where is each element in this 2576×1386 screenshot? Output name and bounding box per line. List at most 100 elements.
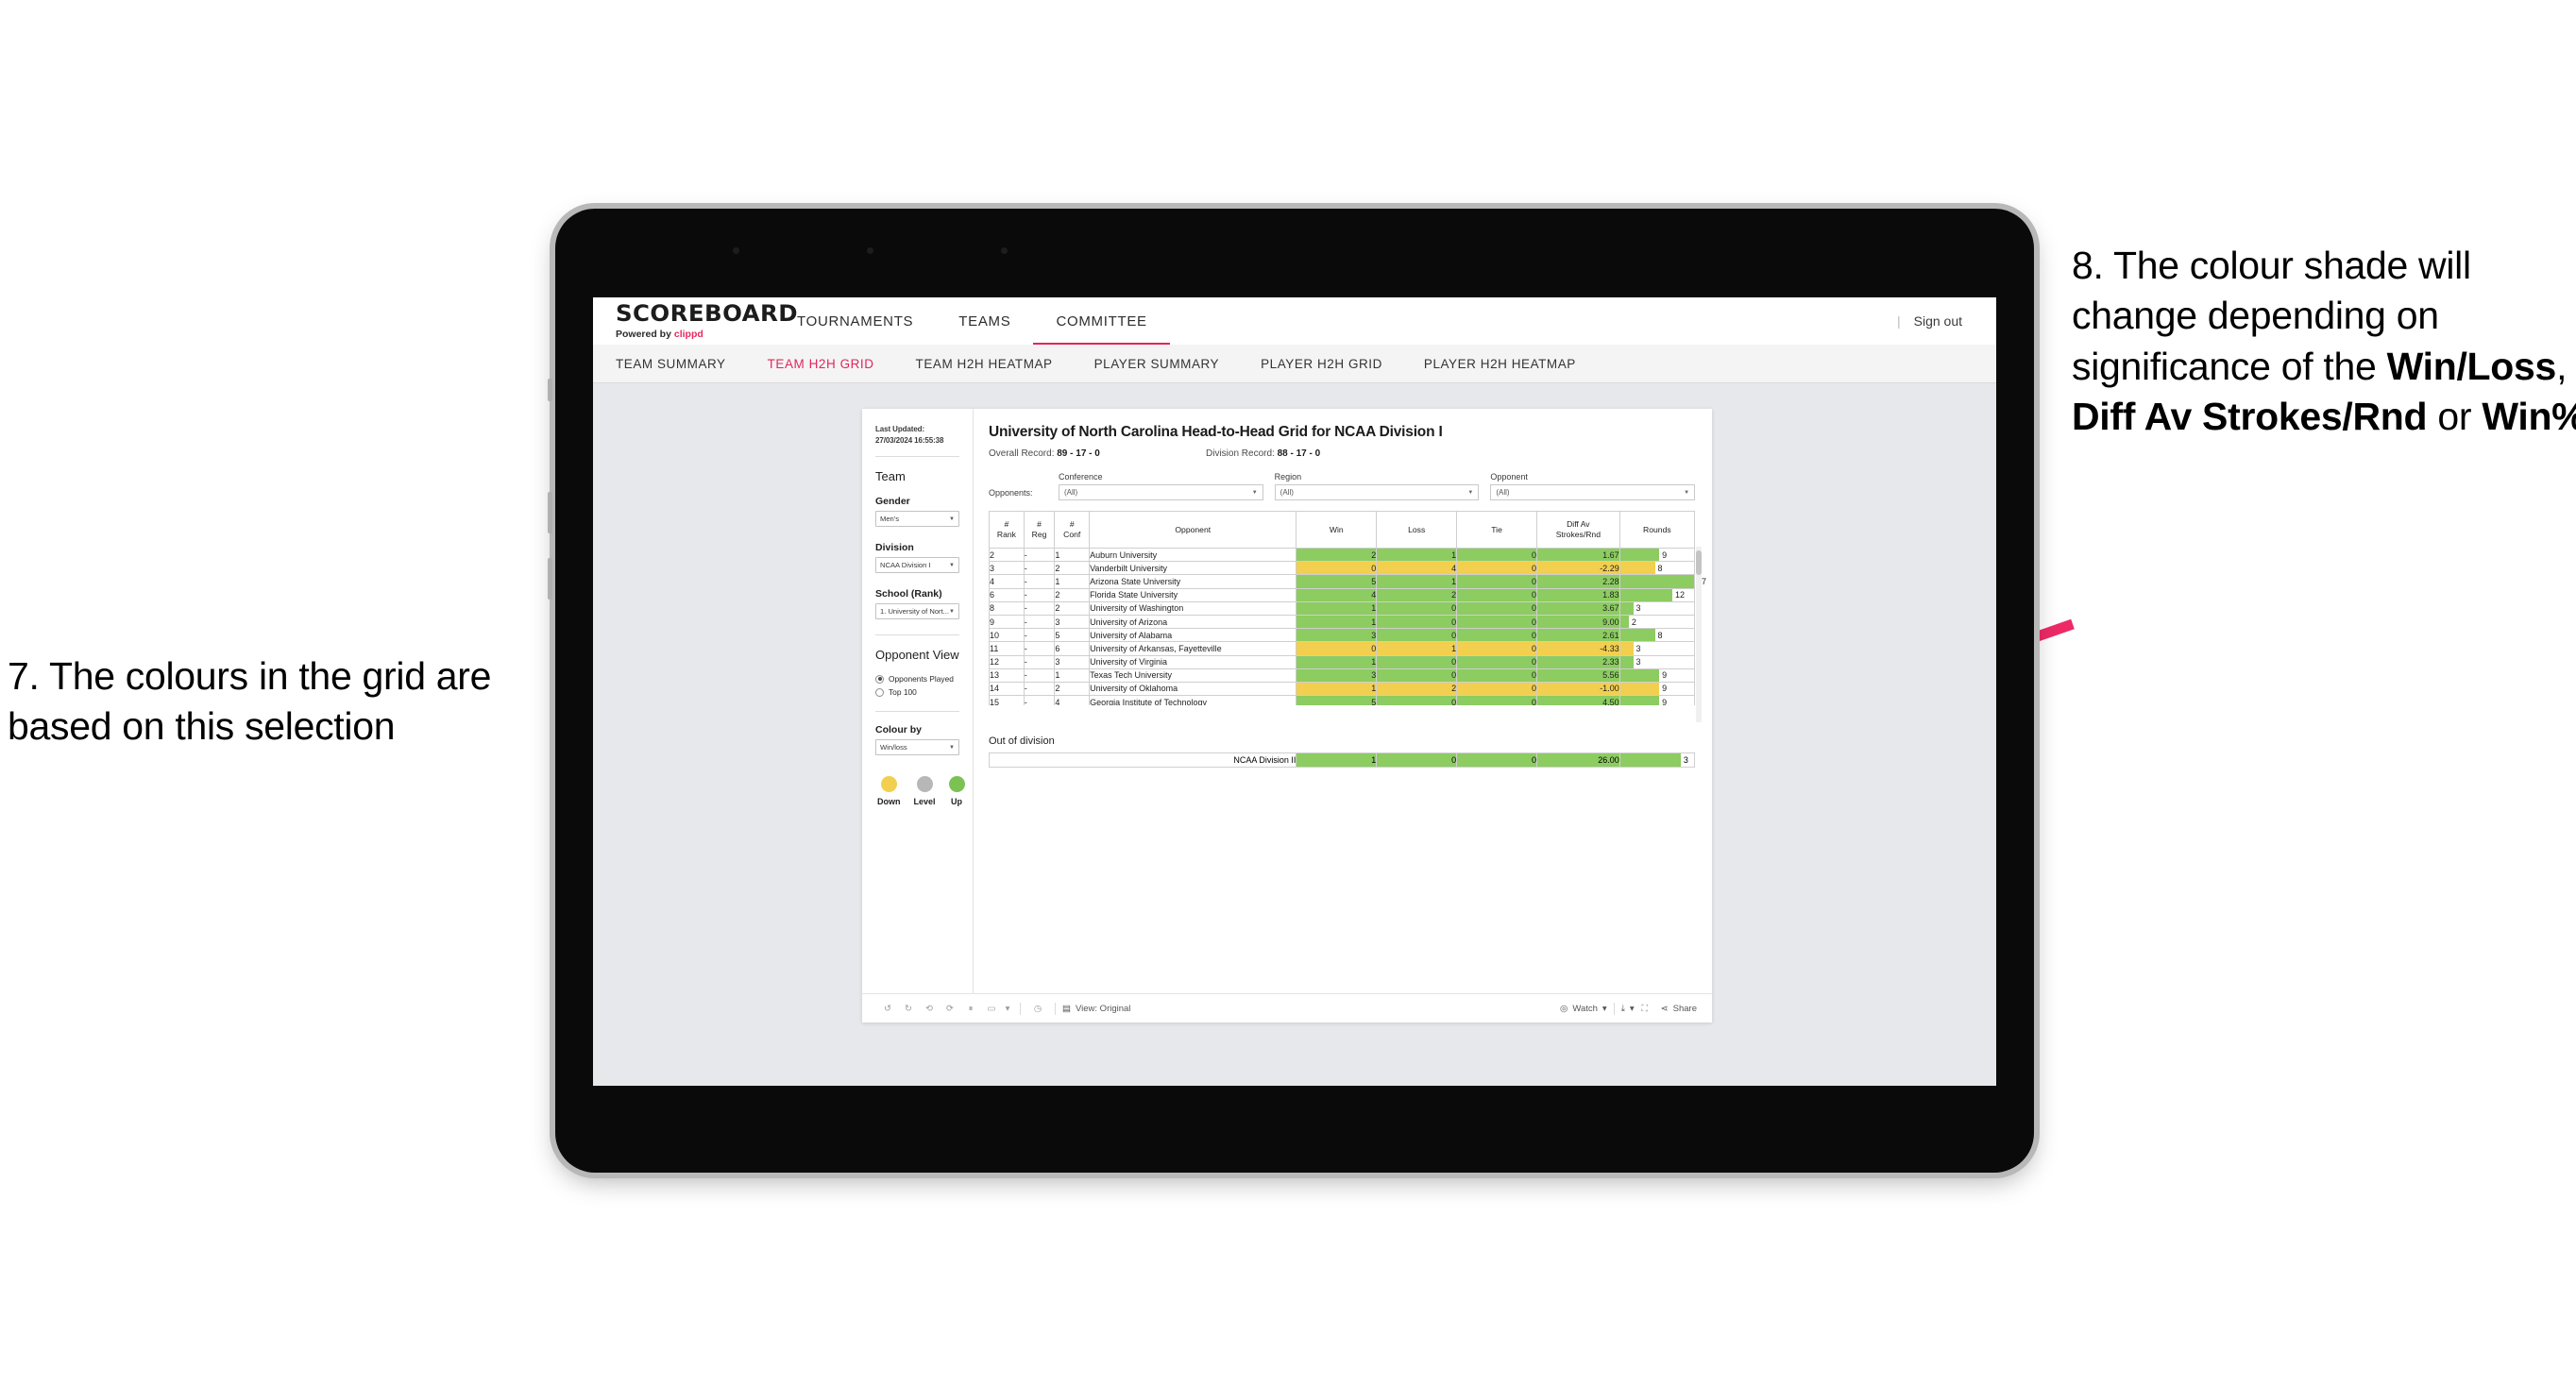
gender-select[interactable]: Men's ▼ bbox=[875, 511, 959, 528]
table-row[interactable]: 4-1 Arizona State University 5 1 0 2.28 17 bbox=[989, 574, 1706, 589]
annotation-7-text: 7. The colours in the grid are based on … bbox=[8, 654, 492, 749]
cell-conf: 1 bbox=[1054, 547, 1091, 563]
cell-rounds: 9 bbox=[1618, 668, 1696, 683]
cell-reg: - bbox=[1023, 641, 1056, 656]
redo-icon[interactable]: ↻ bbox=[898, 1004, 919, 1014]
school-rank-select-value: 1. University of Nort... bbox=[880, 607, 950, 617]
school-rank-label: School (Rank) bbox=[875, 588, 942, 600]
cell-rounds: 3 bbox=[1618, 641, 1696, 656]
chevron-down-icon: ▼ bbox=[1467, 489, 1474, 496]
chevron-down-icon[interactable]: ▾ bbox=[1002, 1004, 1013, 1014]
subnav-item-player-summary[interactable]: PLAYER SUMMARY bbox=[1074, 357, 1240, 371]
cell-conf: 1 bbox=[1054, 574, 1091, 589]
device-button-volume-down[interactable] bbox=[548, 558, 552, 600]
subnav-item-team-h2h-grid[interactable]: TEAM H2H GRID bbox=[747, 357, 895, 371]
col-header-win: Win bbox=[1296, 511, 1378, 549]
undo-icon[interactable]: ↺ bbox=[877, 1004, 898, 1014]
pause-auto-update-icon[interactable]: ⏸ bbox=[960, 1004, 981, 1014]
sign-out-link[interactable]: Sign out bbox=[1914, 313, 1962, 329]
conference-filter-select[interactable]: (All) ▼ bbox=[1059, 484, 1263, 500]
topnav-item-committee[interactable]: COMMITTEE bbox=[1033, 297, 1171, 346]
table-row[interactable]: 8-2 University of Washington 1 0 0 3.67 3 bbox=[989, 600, 1696, 616]
cell-win: 1 bbox=[1296, 600, 1378, 616]
table-row[interactable]: 10-5 University of Alabama 3 0 0 2.61 8 bbox=[989, 628, 1696, 643]
cell-rounds: 3 bbox=[1618, 600, 1696, 616]
view-original-label: View: Original bbox=[1075, 1003, 1131, 1014]
cell-ood-diff: 26.00 bbox=[1536, 752, 1620, 769]
custom-view-icon[interactable]: ▭ bbox=[981, 1004, 1002, 1014]
out-of-division-row[interactable]: NCAA Division II 1 0 0 26.00 3 bbox=[988, 752, 1696, 769]
cell-conf: 2 bbox=[1054, 587, 1091, 602]
table-row[interactable]: 6-2 Florida State University 4 2 0 1.83 12 bbox=[989, 587, 1696, 602]
opponent-filter: Opponent (All) ▼ bbox=[1490, 472, 1696, 500]
fullscreen-icon[interactable]: ⛶ bbox=[1635, 1004, 1655, 1014]
overall-record-value: 89 - 17 - 0 bbox=[1057, 448, 1100, 459]
h2h-grid-header-row: # Rank # Reg # Conf Opponent Win Loss Tie D… bbox=[989, 511, 1696, 549]
record-summary: Overall Record: 89 - 17 - 0 Division Rec… bbox=[989, 448, 1695, 459]
cell-diff-av-strokes: 1.83 bbox=[1536, 587, 1620, 602]
school-rank-select[interactable]: 1. University of Nort... ▼ bbox=[875, 603, 959, 620]
device-button-volume-up[interactable] bbox=[548, 492, 552, 533]
cell-rounds: 9 bbox=[1618, 547, 1696, 563]
topnav-item-tournaments[interactable]: TOURNAMENTS bbox=[774, 297, 936, 345]
table-row[interactable]: 9-3 University of Arizona 1 0 0 9.00 2 bbox=[989, 614, 1696, 630]
device-button-power[interactable] bbox=[548, 379, 552, 401]
cell-rounds: 17 bbox=[1618, 574, 1706, 589]
tablet-device-frame: SCOREBOARD Powered by clippd TOURNAMENTS… bbox=[548, 209, 2034, 1173]
cell-reg: - bbox=[1023, 628, 1056, 643]
radio-opponents-played[interactable]: Opponents Played bbox=[875, 674, 959, 684]
cell-loss: 1 bbox=[1376, 547, 1458, 563]
colour-by-select[interactable]: Win/loss ▼ bbox=[875, 739, 959, 756]
table-row[interactable]: 11-6 University of Arkansas, Fayetteville… bbox=[989, 641, 1696, 656]
grid-content-panel: University of North Carolina Head-to-Hea… bbox=[974, 409, 1712, 993]
table-row[interactable]: 12-3 University of Virginia 1 0 0 2.33 3 bbox=[989, 654, 1696, 669]
division-record-label: Division Record: bbox=[1206, 448, 1278, 459]
cell-conf: 2 bbox=[1054, 561, 1091, 576]
radio-icon-unselected bbox=[875, 687, 884, 697]
chevron-down-icon: ▼ bbox=[949, 516, 955, 522]
refresh-icon[interactable]: ⟳ bbox=[940, 1004, 960, 1014]
cell-loss: 1 bbox=[1376, 641, 1458, 656]
cell-tie: 0 bbox=[1456, 641, 1537, 656]
opponent-filter-label: Opponent bbox=[1490, 472, 1528, 482]
help-icon[interactable]: ◷ bbox=[1027, 1004, 1048, 1014]
grid-scrollbar-thumb[interactable] bbox=[1696, 550, 1702, 575]
table-row[interactable]: 2-1 Auburn University 2 1 0 1.67 9 bbox=[989, 547, 1696, 563]
app-sub-navigation: TEAM SUMMARY TEAM H2H GRID TEAM H2H HEAT… bbox=[593, 345, 1996, 383]
cell-opponent: Auburn University bbox=[1089, 547, 1297, 563]
overall-record: Overall Record: 89 - 17 - 0 bbox=[989, 448, 1206, 459]
colour-by-label: Colour by bbox=[875, 724, 922, 736]
region-filter-select[interactable]: (All) ▼ bbox=[1274, 484, 1480, 500]
download-button[interactable]: ⤓ ▾ bbox=[1621, 1004, 1635, 1014]
cell-diff-av-strokes: 2.61 bbox=[1536, 628, 1620, 643]
subnav-item-team-h2h-heatmap[interactable]: TEAM H2H HEATMAP bbox=[895, 357, 1074, 371]
division-select[interactable]: NCAA Division I ▼ bbox=[875, 557, 959, 574]
table-row[interactable]: 13-1 Texas Tech University 3 0 0 5.56 9 bbox=[989, 668, 1696, 683]
division-record-value: 88 - 17 - 0 bbox=[1277, 448, 1321, 459]
subnav-item-player-h2h-grid[interactable]: PLAYER H2H GRID bbox=[1240, 357, 1403, 371]
grid-bottom-fade bbox=[989, 705, 1695, 723]
out-of-division-table: NCAA Division II 1 0 0 26.00 3 bbox=[988, 752, 1696, 769]
cell-reg: - bbox=[1023, 654, 1056, 669]
table-row[interactable]: 14-2 University of Oklahoma 1 2 0 -1.00 9 bbox=[989, 681, 1696, 697]
cell-opponent: Vanderbilt University bbox=[1089, 561, 1297, 576]
brand-logo[interactable]: SCOREBOARD Powered by clippd bbox=[593, 297, 798, 345]
cell-conf: 2 bbox=[1054, 681, 1091, 697]
brand-subtitle: Powered by clippd bbox=[616, 329, 774, 340]
radio-top-100[interactable]: Top 100 bbox=[875, 687, 959, 697]
cell-rank: 13 bbox=[989, 668, 1025, 683]
cell-tie: 0 bbox=[1456, 574, 1537, 589]
cell-rank: 2 bbox=[989, 547, 1025, 563]
opponent-filter-select[interactable]: (All) ▼ bbox=[1490, 484, 1696, 500]
subnav-item-player-h2h-heatmap[interactable]: PLAYER H2H HEATMAP bbox=[1403, 357, 1597, 371]
watch-button[interactable]: ◎ Watch ▾ bbox=[1560, 1004, 1607, 1014]
view-original-button[interactable]: ▤ View: Original bbox=[1062, 1004, 1130, 1014]
legend-dot-level bbox=[916, 776, 933, 793]
col-header-rank: # Rank bbox=[989, 511, 1025, 549]
share-button[interactable]: ⋖ Share bbox=[1661, 1004, 1697, 1014]
subnav-item-team-summary[interactable]: TEAM SUMMARY bbox=[616, 357, 747, 371]
col-header-rounds: Rounds bbox=[1618, 511, 1696, 549]
table-row[interactable]: 3-2 Vanderbilt University 0 4 0 -2.29 8 bbox=[989, 561, 1696, 576]
topnav-item-teams[interactable]: TEAMS bbox=[936, 297, 1033, 345]
revert-icon[interactable]: ⟲ bbox=[919, 1004, 940, 1014]
